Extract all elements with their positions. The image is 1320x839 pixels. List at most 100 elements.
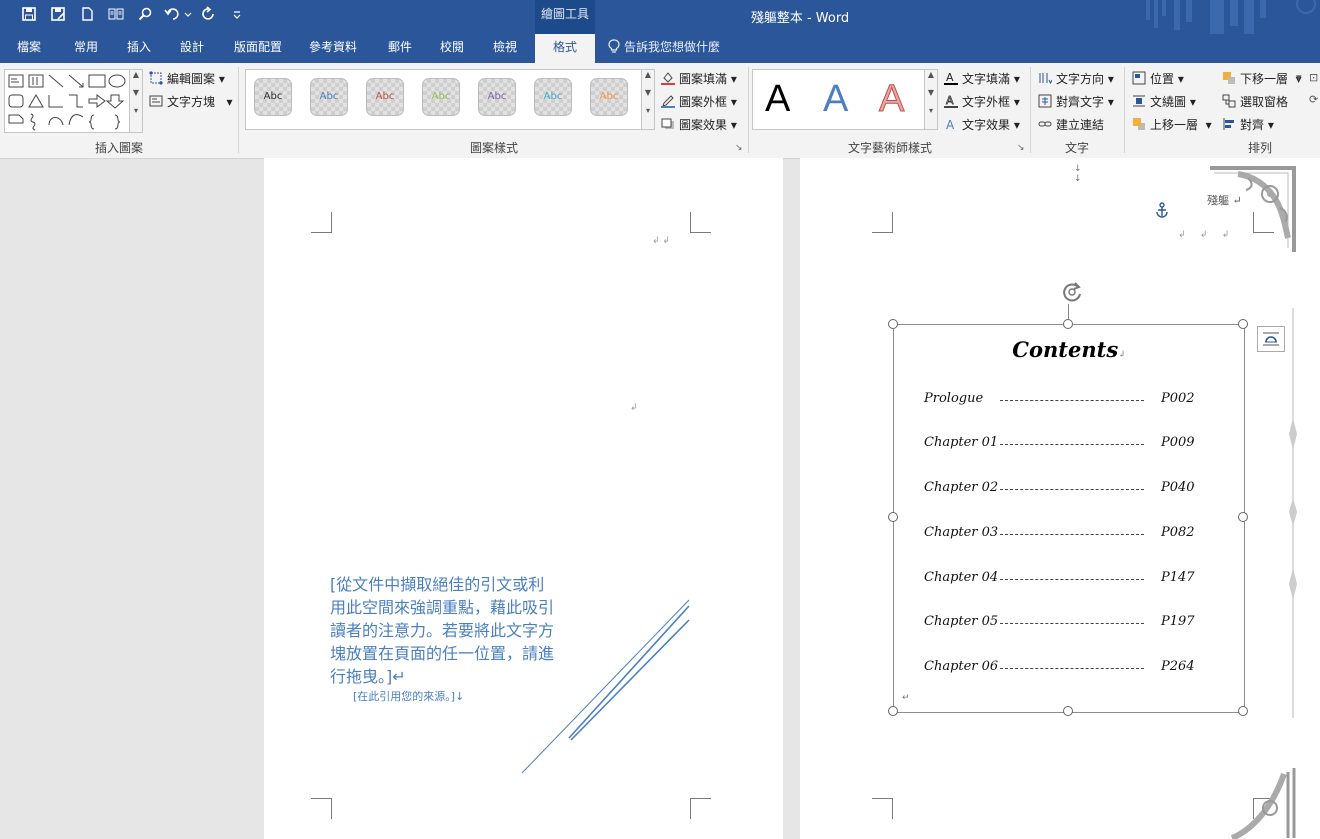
bring-forward-button[interactable]: 上移一層 ▾ [1132,115,1212,135]
tab-file[interactable]: 檔案 [4,34,54,63]
shape-style-swatch[interactable]: Abc [254,78,292,116]
layout-options-button[interactable] [1257,326,1285,352]
shape-style-swatch[interactable]: Abc [366,78,404,116]
rotate-objects-icon[interactable]: ⟳ [1309,93,1318,106]
toc-row[interactable]: Chapter 06 P264 [924,659,1224,679]
position-button[interactable]: 位置 ▾ [1132,69,1184,89]
resize-handle[interactable] [888,512,898,522]
toc-row[interactable]: Chapter 03 P082 [924,525,1224,545]
shape-style-swatch[interactable]: Abc [478,78,516,116]
svg-text:A: A [946,71,954,84]
resize-handle[interactable] [1238,706,1248,716]
lightbulb-icon [608,37,620,64]
shape-fill-button[interactable]: 圖案填滿 ▾ [661,69,737,89]
tab-view[interactable]: 檢視 [480,34,530,63]
toc-row-page: P082 [1161,525,1195,540]
text-box-icon [149,94,163,108]
rotate-icon[interactable]: ▾ [1296,71,1302,84]
toc-row-label: Prologue [924,391,984,406]
new-document-icon[interactable] [76,6,98,28]
text-outline-button[interactable]: A 文字外框 ▾ [944,92,1020,112]
title-bar: 繪圖工具 殘軀整本 - Word [0,0,1320,34]
shape-style-swatch[interactable]: Abc [534,78,572,116]
align-button[interactable]: 對齊 ▾ [1222,115,1274,135]
tab-home[interactable]: 常用 [60,34,112,63]
wordart-gallery[interactable]: A A A ▲ ▼ ▾ [752,69,938,130]
ornament-corner-top [1210,166,1296,252]
customize-qat-icon[interactable] [226,6,248,28]
text-outline-icon: A [944,94,958,108]
crop-mark [690,212,711,233]
toc-row-page: P264 [1161,659,1195,674]
paint-bucket-icon [661,71,675,85]
shape-styles-gallery[interactable]: Abc Abc Abc Abc Abc Abc Abc ▲ ▼ ▾ [245,69,655,130]
toc-row[interactable]: Chapter 02 P040 [924,480,1224,500]
document-title: 殘軀整本 - Word [750,11,850,26]
redo-icon[interactable] [198,6,220,28]
shape-style-swatch[interactable]: Abc [310,78,348,116]
group-label-insert-shapes: 插入圖案 [94,141,143,155]
tab-layout[interactable]: 版面配置 [226,34,290,63]
ribbon-separator [238,67,239,153]
tab-review[interactable]: 校閱 [427,34,477,63]
wrap-text-button[interactable]: 文繞圖 ▾ [1132,92,1196,112]
toc-row[interactable]: Chapter 05 P197 [924,614,1224,634]
save-as-icon[interactable] [47,6,69,28]
dialog-launcher-icon[interactable]: ↘ [1017,143,1025,153]
tab-insert[interactable]: 插入 [114,34,164,63]
read-mode-icon[interactable] [105,6,127,28]
wordart-style-blue[interactable]: A [823,78,848,121]
create-link-button[interactable]: 建立連結 [1038,115,1104,135]
toc-row[interactable]: Chapter 01 P009 [924,435,1224,455]
text-direction-button[interactable]: 文字方向 ▾ [1038,69,1114,89]
text-effects-button[interactable]: A 文字效果 ▾ [944,115,1020,135]
text-fill-button[interactable]: A 文字填滿 ▾ [944,69,1020,89]
tab-design[interactable]: 設計 [167,34,217,63]
save-icon[interactable] [18,6,40,28]
resize-handle[interactable] [1063,706,1073,716]
ribbon: ▲ ▼ ▾ 編輯圖案 ▾ 文字方塊 ▾ 插入圖案 Abc Abc Abc Abc A… [0,63,1320,159]
undo-icon[interactable] [163,6,193,28]
toc-row[interactable]: Chapter 04 P147 [924,570,1224,590]
tab-mailings[interactable]: 郵件 [375,34,425,63]
shapes-gallery-scroll[interactable]: ▲ ▼ ▾ [129,70,142,132]
paragraph-mark: ↲ ↲ [652,236,670,246]
document-page-right[interactable]: ↓ ↓ 殘軀 ↵ ↲ ↲ ↲ Contents↲ Prologue P002 C… [800,158,1320,839]
wordart-style-black[interactable]: A [765,78,790,121]
paragraph-mark: ↵ [902,693,910,703]
document-page-left[interactable]: ↲ ↲ ↲ [從文件中擷取絕佳的引文或利用此空間來強調重點，藉此吸引讀者的注意力… [264,158,783,839]
shapes-gallery[interactable]: ▲ ▼ ▾ [4,69,143,133]
contents-text-box[interactable]: Contents↲ Prologue P002 Chapter 01 P009 … [893,324,1245,713]
align-text-button[interactable]: 對齊文字 ▾ [1038,92,1114,112]
resize-handle[interactable] [888,319,898,329]
drawing-tools-context-label: 繪圖工具 [535,0,595,34]
rotate-handle-icon[interactable] [1059,279,1085,308]
tab-references[interactable]: 參考資料 [301,34,365,63]
resize-handle[interactable] [1063,319,1073,329]
decorative-diagonal-lines [521,599,690,774]
find-icon[interactable] [134,6,156,28]
resize-handle[interactable] [888,706,898,716]
dialog-launcher-icon[interactable]: ↘ [735,143,743,153]
edit-shape-button[interactable]: 編輯圖案 ▾ [149,69,225,89]
shape-outline-button[interactable]: 圖案外框 ▾ [661,92,737,112]
shape-style-swatch[interactable]: Abc [590,78,628,116]
contents-title[interactable]: Contents↲ [894,337,1244,362]
toc-row-label: Chapter 03 [924,525,999,540]
text-box-button[interactable]: 文字方塊 ▾ [149,92,232,112]
send-backward-button[interactable]: 下移一層 ▾ [1222,69,1302,89]
group-icon[interactable]: ⊡ [1309,71,1318,84]
selection-pane-button[interactable]: 選取窗格 [1222,92,1288,112]
shape-styles-scroll[interactable]: ▲ ▼ ▾ [641,70,654,129]
resize-handle[interactable] [1238,512,1248,522]
toc-row[interactable]: Prologue P002 [924,391,1224,411]
resize-handle[interactable] [1238,319,1248,329]
toc-row-label: Chapter 02 [924,480,999,495]
quote-source-text[interactable]: [在此引用您的來源。]↓ [353,688,464,704]
tell-me-box[interactable]: 告訴我您想做什麼 [608,34,720,63]
shape-effects-button[interactable]: 圖案效果 ▾ [661,115,737,135]
shape-style-swatch[interactable]: Abc [422,78,460,116]
wordart-scroll[interactable]: ▲ ▼ ▾ [924,70,937,129]
tab-format[interactable]: 格式 [535,34,595,63]
wordart-style-outline[interactable]: A [878,78,904,121]
